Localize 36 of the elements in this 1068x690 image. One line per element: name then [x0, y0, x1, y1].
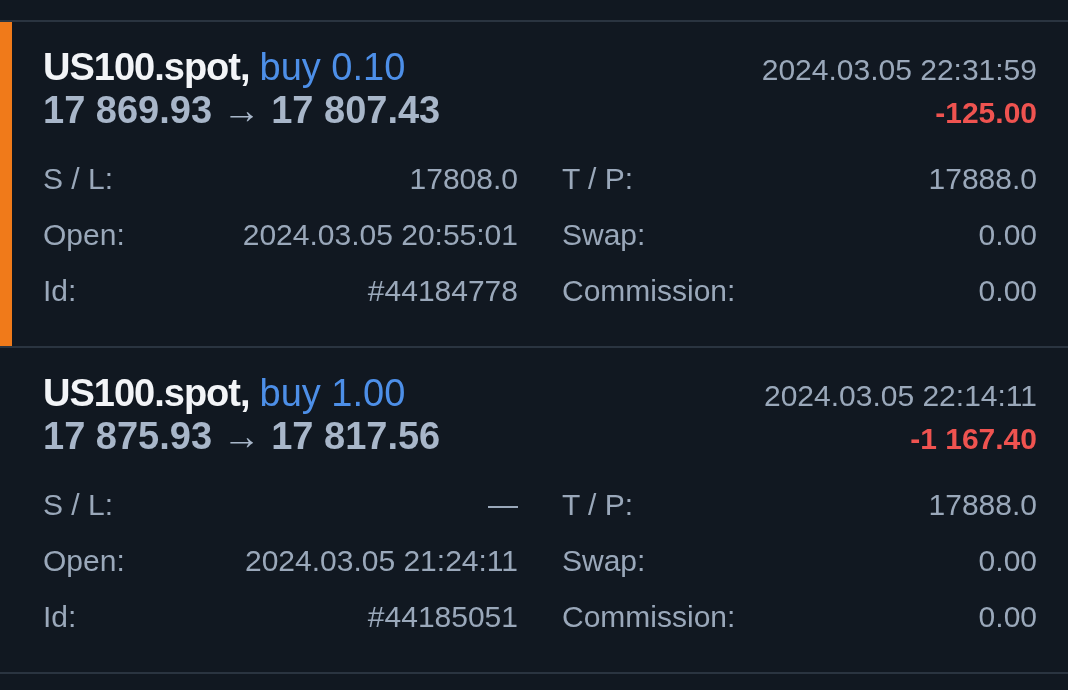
position-card[interactable]: US100.spot, buy 0.10 2024.03.05 22:31:59 17 869.93 → 17 807.43 -125.00 S / L: 17808.0 T / P: 17888.0 Open: 2024.03.05 20:55:01 Swap: 0.00 Id: #44184778 Commission: 0.00 — [0, 22, 1068, 348]
detail-label: Open: — [43, 218, 125, 252]
detail-label: Commission: — [562, 600, 736, 634]
detail-label: S / L: — [43, 162, 114, 196]
detail-label: Commission: — [562, 274, 736, 308]
position-card[interactable]: US100.spot, buy 1.00 2024.03.05 22:14:11 17 875.93 → 17 817.56 -1 167.40 S / L: — T / P: 17888.0 Open: 2024.03.05 21:24:11 Swap: 0.00 Id: #44185051 Commission: 0.00 — [0, 348, 1068, 674]
detail-value: #44184778 — [367, 274, 518, 308]
detail-value: 0.00 — [978, 544, 1037, 578]
detail-value: 0.00 — [978, 600, 1037, 634]
detail-value: 0.00 — [978, 218, 1037, 252]
symbol-label: US100.spot, — [43, 46, 250, 89]
detail-label: Id: — [43, 600, 77, 634]
detail-value: 17808.0 — [409, 162, 518, 196]
detail-label: T / P: — [562, 488, 634, 522]
detail-value: 0.00 — [978, 274, 1037, 308]
price-change-label: 17 875.93 → 17 817.56 — [43, 415, 441, 458]
detail-value: — — [488, 488, 518, 522]
price-change-label: 17 869.93 → 17 807.43 — [43, 89, 441, 132]
timestamp-label: 2024.03.05 22:14:11 — [763, 379, 1037, 413]
detail-value: 17888.0 — [928, 488, 1037, 522]
detail-label: Open: — [43, 544, 125, 578]
detail-label: S / L: — [43, 488, 114, 522]
profit-label: -125.00 — [935, 96, 1037, 130]
detail-value: #44185051 — [367, 600, 518, 634]
symbol-label: US100.spot, — [43, 372, 250, 415]
detail-value: 2024.03.05 21:24:11 — [244, 544, 518, 578]
order-side-label: buy 0.10 — [259, 46, 406, 89]
detail-label: Swap: — [562, 218, 646, 252]
detail-label: Swap: — [562, 544, 646, 578]
detail-value: 2024.03.05 20:55:01 — [242, 218, 518, 252]
order-side-label: buy 1.00 — [259, 372, 406, 415]
profit-label: -1 167.40 — [910, 422, 1037, 456]
detail-label: Id: — [43, 274, 77, 308]
timestamp-label: 2024.03.05 22:31:59 — [761, 53, 1037, 87]
detail-label: T / P: — [562, 162, 634, 196]
detail-value: 17888.0 — [928, 162, 1037, 196]
